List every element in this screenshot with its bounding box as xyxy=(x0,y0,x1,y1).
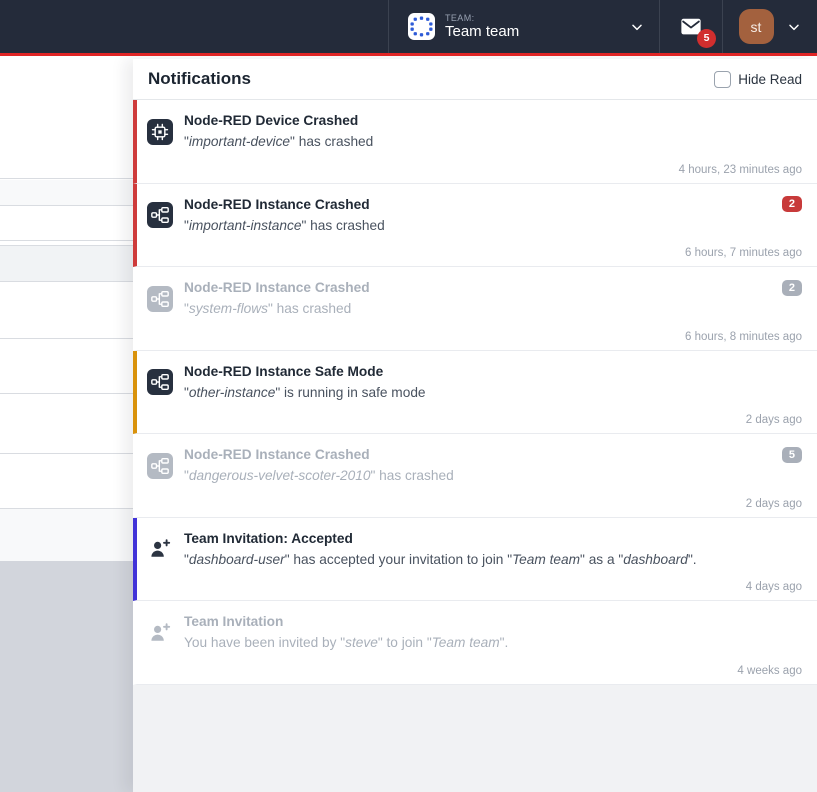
notification-count-badge: 5 xyxy=(782,447,802,463)
notification-text: Node-RED Instance Crashed 5 "dangerous-v… xyxy=(184,444,802,487)
notification-item[interactable]: Node-RED Instance Safe Mode "other-insta… xyxy=(133,351,817,435)
notification-count-badge: 2 xyxy=(782,280,802,296)
notification-message: "important-device" has crashed xyxy=(184,131,802,153)
notification-timestamp: 2 days ago xyxy=(746,414,802,426)
notification-message: "other-instance" is running in safe mode xyxy=(184,382,802,404)
notification-message: "system-flows" has crashed xyxy=(184,298,802,320)
notification-main: Node-RED Instance Crashed 2 "system-flow… xyxy=(147,277,802,320)
notification-main: Node-RED Device Crashed "important-devic… xyxy=(147,110,802,153)
notification-title: Node-RED Instance Safe Mode xyxy=(184,361,802,382)
notification-message: "important-instance" has crashed xyxy=(184,215,802,237)
notifications-panel-header: Notifications Hide Read xyxy=(133,59,817,100)
user-menu[interactable]: st xyxy=(722,0,817,53)
notification-main: Team Invitation: Accepted "dashboard-use… xyxy=(147,528,802,571)
notification-title: Team Invitation xyxy=(184,611,802,632)
team-kicker-label: TEAM: xyxy=(445,13,619,23)
notification-text: Node-RED Device Crashed "important-devic… xyxy=(184,110,802,153)
notification-item[interactable]: Node-RED Instance Crashed 2 "important-i… xyxy=(133,184,817,268)
notifications-panel: Notifications Hide Read Node-RED Device … xyxy=(133,59,817,792)
hide-read-label: Hide Read xyxy=(738,72,802,87)
notification-text: Node-RED Instance Safe Mode "other-insta… xyxy=(184,361,802,404)
unread-count-badge: 5 xyxy=(697,29,716,48)
notification-timestamp: 2 days ago xyxy=(746,498,802,510)
notification-text: Team Invitation: Accepted "dashboard-use… xyxy=(184,528,802,571)
notification-text: Node-RED Instance Crashed 2 "important-i… xyxy=(184,194,802,237)
top-navbar: TEAM: Team team 5 st xyxy=(0,0,817,56)
notification-item[interactable]: Node-RED Instance Crashed 5 "dangerous-v… xyxy=(133,434,817,518)
hide-read-toggle[interactable]: Hide Read xyxy=(714,71,802,88)
team-selector[interactable]: TEAM: Team team xyxy=(388,0,659,53)
notification-message: You have been invited by "steve" to join… xyxy=(184,632,802,654)
notification-item[interactable]: Node-RED Instance Crashed 2 "system-flow… xyxy=(133,267,817,351)
notification-item[interactable]: Team Invitation You have been invited by… xyxy=(133,601,817,685)
notification-title: Team Invitation: Accepted xyxy=(184,528,802,549)
mail-icon: 5 xyxy=(678,16,704,38)
notification-timestamp: 4 hours, 23 minutes ago xyxy=(679,164,802,176)
instance-icon xyxy=(147,286,173,312)
notifications-mail-button[interactable]: 5 xyxy=(659,0,722,53)
team-labels: TEAM: Team team xyxy=(445,13,619,41)
chevron-down-icon xyxy=(786,19,802,35)
notification-text: Node-RED Instance Crashed 2 "system-flow… xyxy=(184,277,802,320)
notification-item[interactable]: Node-RED Device Crashed "important-devic… xyxy=(133,100,817,184)
instance-icon xyxy=(147,369,173,395)
team-avatar-icon xyxy=(408,13,435,40)
panel-title: Notifications xyxy=(148,69,251,89)
notification-text: Team Invitation You have been invited by… xyxy=(184,611,802,654)
notification-main: Node-RED Instance Crashed 5 "dangerous-v… xyxy=(147,444,802,487)
notification-main: Node-RED Instance Safe Mode "other-insta… xyxy=(147,361,802,404)
notification-title: Node-RED Instance Crashed xyxy=(184,277,774,298)
notification-timestamp: 6 hours, 8 minutes ago xyxy=(685,331,802,343)
user-plus-icon xyxy=(147,620,173,646)
notification-list: Node-RED Device Crashed "important-devic… xyxy=(133,100,817,685)
notification-timestamp: 4 days ago xyxy=(746,581,802,593)
notification-message: "dangerous-velvet-scoter-2010" has crash… xyxy=(184,465,802,487)
notification-item[interactable]: Team Invitation: Accepted "dashboard-use… xyxy=(133,518,817,602)
panel-empty-space xyxy=(133,685,817,792)
user-avatar: st xyxy=(739,9,774,44)
notification-title: Node-RED Instance Crashed xyxy=(184,444,774,465)
notification-timestamp: 4 weeks ago xyxy=(737,665,802,677)
device-chip-icon xyxy=(147,119,173,145)
chevron-down-icon xyxy=(629,19,645,35)
user-plus-icon xyxy=(147,536,173,562)
notification-count-badge: 2 xyxy=(782,196,802,212)
team-name-label: Team team xyxy=(445,23,619,40)
hide-read-checkbox[interactable] xyxy=(714,71,731,88)
notification-title: Node-RED Device Crashed xyxy=(184,110,802,131)
notification-title: Node-RED Instance Crashed xyxy=(184,194,774,215)
notification-message: "dashboard-user" has accepted your invit… xyxy=(184,549,802,571)
navbar-spacer xyxy=(0,0,388,53)
notification-timestamp: 6 hours, 7 minutes ago xyxy=(685,247,802,259)
instance-icon xyxy=(147,202,173,228)
notification-main: Team Invitation You have been invited by… xyxy=(147,611,802,654)
notification-main: Node-RED Instance Crashed 2 "important-i… xyxy=(147,194,802,237)
instance-icon xyxy=(147,453,173,479)
